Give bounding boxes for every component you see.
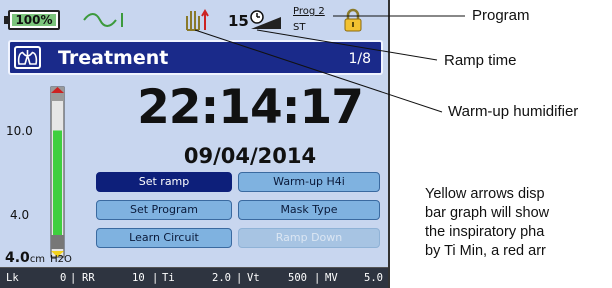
side-note-line: bar graph will show bbox=[425, 205, 550, 221]
battery-percent: 100% bbox=[15, 13, 53, 27]
side-note-line: by Ti Min, a red arr bbox=[425, 243, 546, 259]
side-note-line: Yellow arrows disp bbox=[425, 186, 545, 202]
ramp-time-leader-line bbox=[256, 29, 438, 61]
side-note-line: the inspiratory pha bbox=[425, 224, 545, 240]
side-note: Yellow arrows disp bar graph will show t… bbox=[425, 185, 549, 261]
program-callout: Program bbox=[472, 7, 530, 24]
warmup-humidifier-leader-line bbox=[194, 29, 443, 113]
warmup-humidifier-callout: Warm-up humidifier bbox=[448, 103, 579, 120]
ramp-time-callout: Ramp time bbox=[444, 52, 517, 69]
